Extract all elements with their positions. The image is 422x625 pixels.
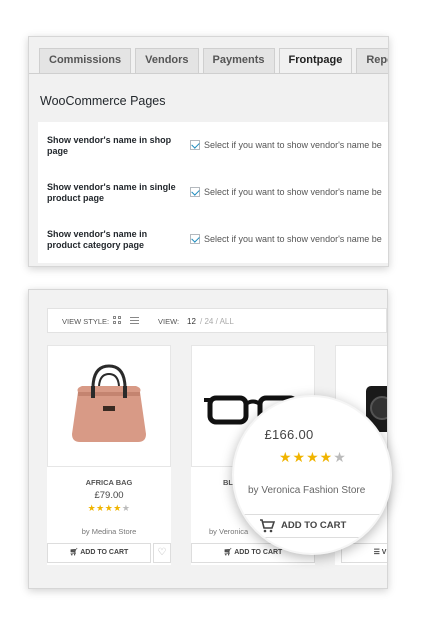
setting-description: Select if you want to show vendor's name… — [204, 234, 382, 244]
cart-icon — [260, 519, 275, 533]
view-option-more[interactable]: / 24 / ALL — [200, 317, 234, 326]
star-icon: ★★★★ — [279, 449, 334, 465]
settings-tabs: Commissions Vendors Payments Frontpage R… — [39, 48, 388, 74]
zoomed-add-to-cart-button[interactable]: ADD TO CART — [240, 514, 380, 538]
setting-description: Select if you want to show vendor's name… — [204, 140, 382, 150]
star-icon: ★★★★ — [87, 503, 122, 513]
setting-description: Select if you want to show vendor's name… — [204, 187, 382, 197]
star-icon: ★ — [333, 449, 347, 465]
tabs-divider — [29, 73, 388, 74]
bag-image — [72, 364, 146, 442]
product-name[interactable]: AFRICA BAG — [47, 478, 171, 487]
tab-commissions[interactable]: Commissions — [39, 48, 132, 73]
product-store[interactable]: by Medina Store — [47, 527, 171, 536]
tab-vendors[interactable]: Vendors — [135, 48, 199, 73]
tab-frontpage[interactable]: Frontpage — [278, 48, 353, 74]
setting-row-shop-page: Show vendor's name in shop page Select i… — [38, 122, 388, 169]
product-image[interactable] — [47, 345, 171, 467]
product-card: AFRICA BAG £79.00 ★★★★★ by Medina Store … — [47, 345, 171, 565]
list-icon: ☰ — [373, 549, 382, 556]
setting-row-category-page: Show vendor's name in product category p… — [38, 216, 388, 263]
add-to-cart-label: ADD TO CART — [80, 549, 129, 556]
grid-view-icon[interactable] — [113, 316, 122, 325]
view-toolbar: VIEW STYLE: VIEW: 12 / 24 / ALL — [47, 308, 387, 333]
cart-icon: 🛒︎ — [69, 549, 81, 556]
setting-label: Show vendor's name in single product pag… — [47, 182, 176, 203]
list-view-icon[interactable] — [130, 316, 139, 325]
vendor-settings-panel: Commissions Vendors Payments Frontpage R… — [28, 36, 389, 267]
setting-checkbox[interactable] — [190, 234, 200, 244]
view-style-label: VIEW STYLE: — [62, 317, 110, 326]
setting-checkbox[interactable] — [190, 140, 200, 150]
setting-row-single-product: Show vendor's name in single product pag… — [38, 169, 388, 216]
zoomed-rating: ★★★★★ — [279, 449, 347, 466]
view-option-12[interactable]: 12 — [187, 317, 196, 326]
view-label: VIEW: — [158, 317, 180, 326]
setting-label: Show vendor's name in product category p… — [47, 229, 148, 250]
product-rating: ★★★★★ — [47, 503, 171, 514]
setting-checkbox[interactable] — [190, 187, 200, 197]
settings-table: Show vendor's name in shop page Select i… — [38, 122, 388, 263]
section-title: WooCommerce Pages — [40, 94, 166, 108]
product-price: £79.00 — [94, 490, 124, 501]
magnifier-zoom: £166.00 ★★★★★ by Veronica Fashion Store … — [232, 395, 392, 555]
view-label: VI — [381, 549, 388, 556]
setting-label: Show vendor's name in shop page — [47, 135, 172, 156]
tab-payments[interactable]: Payments — [202, 48, 275, 73]
cart-icon: 🛒︎ — [223, 549, 235, 556]
add-to-cart-label: ADD TO CART — [234, 549, 283, 556]
star-icon: ★ — [121, 503, 131, 513]
tab-reports[interactable]: Reports — [356, 48, 388, 73]
zoomed-store[interactable]: by Veronica Fashion Store — [248, 485, 365, 496]
wishlist-heart-icon[interactable]: ♡ — [153, 543, 171, 563]
zoomed-price: £166.00 — [264, 427, 314, 442]
zoomed-add-to-cart-label: ADD TO CART — [281, 520, 347, 531]
add-to-cart-button[interactable]: 🛒︎ ADD TO CART — [47, 543, 151, 563]
